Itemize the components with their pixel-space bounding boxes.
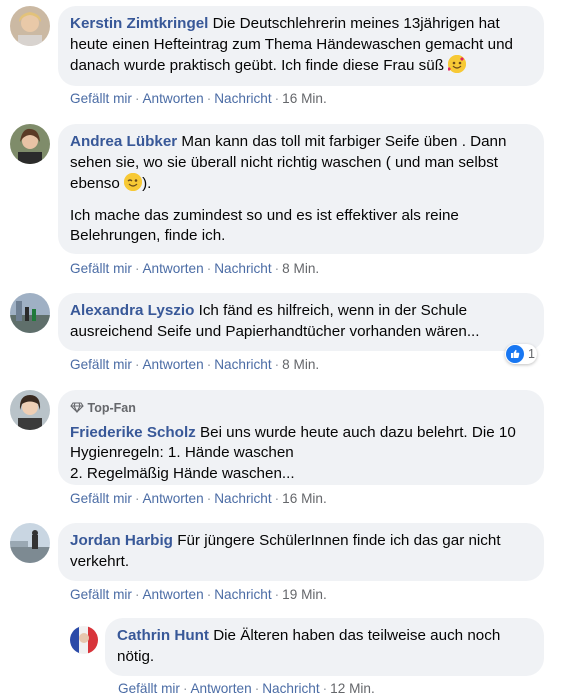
author-name[interactable]: Kerstin Zimtkringel bbox=[70, 15, 208, 32]
message-link[interactable]: Nachricht bbox=[214, 357, 271, 372]
message-link[interactable]: Nachricht bbox=[214, 91, 271, 106]
separator: · bbox=[206, 91, 212, 106]
timestamp[interactable]: 8 Min. bbox=[282, 261, 319, 276]
author-name[interactable]: Friederike Scholz bbox=[70, 424, 196, 441]
timestamp[interactable]: 8 Min. bbox=[282, 357, 319, 372]
author-name[interactable]: Alexandra Lyszio bbox=[70, 302, 194, 319]
timestamp[interactable]: 12 Min. bbox=[330, 681, 375, 696]
comment-bubble: Top-Fan Friederike Scholz Bei uns wurde … bbox=[58, 390, 544, 485]
comment-bubble: Jordan Harbig Für jüngere SchülerInnen f… bbox=[58, 523, 544, 581]
separator: · bbox=[206, 587, 212, 602]
separator: · bbox=[274, 357, 280, 372]
separator: · bbox=[134, 587, 140, 602]
avatar[interactable] bbox=[10, 523, 50, 563]
comment-actions: Gefällt mir · Antworten · Nachricht · 12 Min. bbox=[118, 681, 375, 696]
timestamp[interactable]: 19 Min. bbox=[282, 587, 327, 602]
timestamp[interactable]: 16 Min. bbox=[282, 491, 327, 506]
diamond-icon bbox=[70, 401, 87, 415]
like-link[interactable]: Gefällt mir bbox=[70, 587, 132, 602]
comment-paragraph: 2. Regelmäßig Hände waschen... bbox=[70, 464, 295, 482]
separator: · bbox=[134, 357, 140, 372]
comment-bubble: Kerstin Zimtkringel Die Deutschlehrerin … bbox=[58, 6, 544, 86]
reaction-count[interactable]: 1 bbox=[505, 344, 537, 364]
message-link[interactable]: Nachricht bbox=[214, 491, 271, 506]
timestamp[interactable]: 16 Min. bbox=[282, 91, 327, 106]
separator: · bbox=[322, 681, 328, 696]
message-link[interactable]: Nachricht bbox=[262, 681, 319, 696]
like-link[interactable]: Gefällt mir bbox=[118, 681, 180, 696]
comment-actions: Gefällt mir · Antworten · Nachricht · 8 Min. bbox=[70, 261, 319, 276]
comment-actions: Gefällt mir · Antworten · Nachricht · 8 Min. bbox=[70, 357, 319, 372]
reply-link[interactable]: Antworten bbox=[142, 587, 203, 602]
avatar[interactable] bbox=[10, 390, 50, 430]
like-link[interactable]: Gefällt mir bbox=[70, 491, 132, 506]
like-link[interactable]: Gefällt mir bbox=[70, 261, 132, 276]
separator: · bbox=[206, 357, 212, 372]
reply-link[interactable]: Antworten bbox=[142, 357, 203, 372]
comment-bubble: Cathrin Hunt Die Älteren haben das teilw… bbox=[105, 618, 544, 676]
reply-link[interactable]: Antworten bbox=[142, 91, 203, 106]
separator: · bbox=[134, 91, 140, 106]
separator: · bbox=[274, 261, 280, 276]
comment-bubble: Andrea Lübker Man kann das toll mit farb… bbox=[58, 124, 544, 254]
comment-actions: Gefällt mir · Antworten · Nachricht · 16 Min. bbox=[70, 91, 327, 106]
smiling-face-with-hearts-icon bbox=[447, 55, 467, 73]
avatar[interactable] bbox=[10, 124, 50, 164]
avatar[interactable] bbox=[10, 293, 50, 333]
comment-text-end: ). bbox=[142, 175, 152, 192]
like-reaction-icon bbox=[506, 345, 524, 363]
reply-link[interactable]: Antworten bbox=[142, 261, 203, 276]
comment-paragraph: Friederike Scholz Bei uns wurde heute au… bbox=[70, 423, 532, 464]
separator: · bbox=[206, 491, 212, 506]
like-link[interactable]: Gefällt mir bbox=[70, 357, 132, 372]
separator: · bbox=[274, 491, 280, 506]
author-name[interactable]: Cathrin Hunt bbox=[117, 627, 209, 644]
separator: · bbox=[182, 681, 188, 696]
separator: · bbox=[206, 261, 212, 276]
comment-actions: Gefällt mir · Antworten · Nachricht · 19 Min. bbox=[70, 587, 327, 602]
separator: · bbox=[134, 261, 140, 276]
separator: · bbox=[274, 587, 280, 602]
message-link[interactable]: Nachricht bbox=[214, 587, 271, 602]
comment-paragraph: Ich mache das zumindest so und es ist ef… bbox=[70, 206, 459, 245]
message-link[interactable]: Nachricht bbox=[214, 261, 271, 276]
separator: · bbox=[254, 681, 260, 696]
comment-bubble: Alexandra Lyszio Ich fänd es hilfreich, … bbox=[58, 293, 544, 351]
top-fan-badge[interactable]: Top-Fan bbox=[70, 398, 532, 419]
comment-actions: Gefällt mir · Antworten · Nachricht · 16 Min. bbox=[70, 491, 327, 506]
reply-link[interactable]: Antworten bbox=[142, 491, 203, 506]
comment-paragraph: Andrea Lübker Man kann das toll mit farb… bbox=[70, 132, 532, 195]
avatar[interactable] bbox=[10, 6, 50, 46]
separator: · bbox=[134, 491, 140, 506]
author-name[interactable]: Jordan Harbig bbox=[70, 532, 173, 549]
separator: · bbox=[274, 91, 280, 106]
avatar[interactable] bbox=[70, 626, 98, 654]
winking-face-icon bbox=[124, 173, 143, 191]
like-link[interactable]: Gefällt mir bbox=[70, 91, 132, 106]
reply-link[interactable]: Antworten bbox=[190, 681, 251, 696]
reaction-number: 1 bbox=[528, 347, 535, 361]
badge-label: Top-Fan bbox=[87, 401, 136, 415]
author-name[interactable]: Andrea Lübker bbox=[70, 133, 177, 150]
